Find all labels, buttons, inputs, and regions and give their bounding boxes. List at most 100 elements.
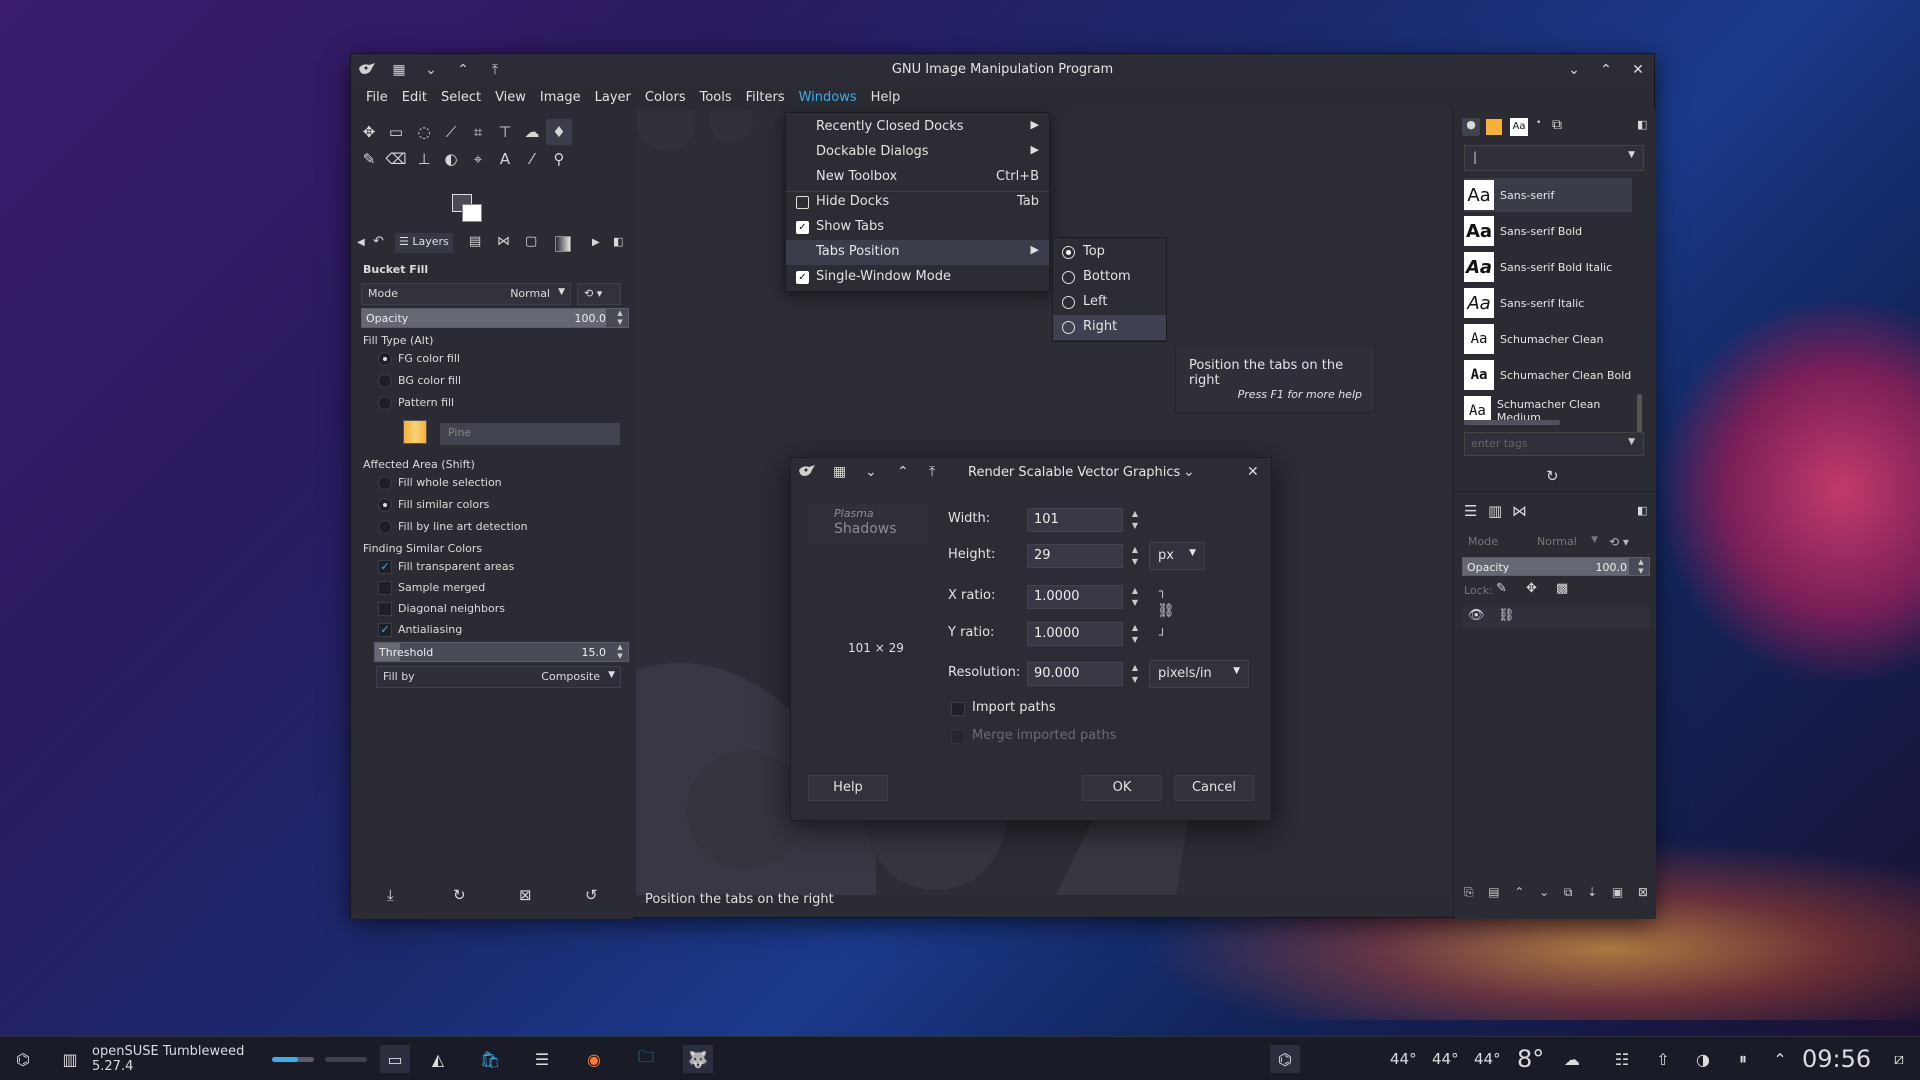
submenu-item-right[interactable]: Right	[1053, 315, 1166, 340]
store-icon[interactable]: 🛍	[475, 1045, 505, 1073]
merge-layer-icon[interactable]: ⇣	[1587, 885, 1597, 900]
keep-below-icon[interactable]: ⌄	[865, 464, 877, 480]
firefox-icon[interactable]: ◉	[579, 1045, 609, 1073]
tags-input[interactable]: enter tags ▼	[1464, 432, 1644, 456]
inkscape-icon[interactable]: ◭	[423, 1045, 453, 1073]
pattern-fill-radio[interactable]	[378, 396, 392, 410]
new-layer-group-icon[interactable]: ⎘	[1464, 885, 1474, 900]
yratio-spin-icon[interactable]: ▲ ▼	[1129, 622, 1141, 646]
menu-edit[interactable]: Edit	[395, 86, 434, 110]
font-list-scrollbar[interactable]	[1637, 394, 1642, 434]
help-button[interactable]: Help	[808, 775, 888, 801]
ok-button[interactable]: OK	[1082, 775, 1162, 801]
brushes-tab-icon[interactable]: ●	[1462, 118, 1480, 136]
menu-select[interactable]: Select	[434, 86, 488, 110]
menu-colors[interactable]: Colors	[638, 86, 693, 110]
menu-item-show-tabs[interactable]: ✓ Show Tabs	[786, 215, 1049, 240]
mask-layer-icon[interactable]: ▣	[1612, 885, 1623, 900]
clock[interactable]: 09:56	[1802, 1045, 1871, 1073]
channels-tab-icon[interactable]: ▥	[1488, 502, 1502, 520]
threshold-spin-icon[interactable]: ▲ ▼	[614, 643, 626, 661]
menu-view[interactable]: View	[488, 86, 533, 110]
fill-similar-radio[interactable]	[378, 498, 392, 512]
tray-expand-icon[interactable]: ⌃	[1765, 1045, 1795, 1073]
color-picker-icon[interactable]: ⁄	[519, 146, 545, 172]
menu-tools[interactable]: Tools	[693, 86, 739, 110]
gradient-tab-icon[interactable]	[555, 236, 571, 252]
menu-item-recently-closed[interactable]: Recently Closed Docks ▶	[786, 115, 1049, 140]
sliders-icon[interactable]: ☷	[1607, 1045, 1637, 1073]
font-item[interactable]: Aa Schumacher Clean Bold	[1464, 358, 1632, 392]
paths-tab-icon[interactable]: ⋈	[1512, 502, 1527, 520]
height-input[interactable]: 29	[1027, 544, 1123, 568]
paths-icon[interactable]: ⌖	[465, 146, 491, 172]
keep-above-icon[interactable]: ⌃	[447, 54, 479, 86]
tab-scroll-right-icon[interactable]: ▶	[592, 237, 600, 248]
move-tool-icon[interactable]: ✥	[356, 119, 382, 145]
brightness-bar[interactable]	[325, 1057, 367, 1062]
fill-whole-radio[interactable]	[378, 476, 392, 490]
dodge-icon[interactable]: ◐	[438, 146, 464, 172]
text-tool-icon[interactable]: A	[492, 146, 518, 172]
visibility-eye-icon[interactable]: 👁	[1468, 608, 1485, 623]
gimp-logo-icon[interactable]	[797, 464, 817, 480]
media-pause-icon[interactable]: ⏸	[1728, 1045, 1758, 1073]
close-icon[interactable]: ✕	[1247, 464, 1259, 480]
reset-options-icon[interactable]: ↺	[585, 886, 598, 904]
delete-layer-icon[interactable]: ⊠	[1638, 885, 1648, 900]
kde-connect-icon[interactable]: ⌬	[1270, 1045, 1300, 1073]
patterns-tab-icon[interactable]	[1486, 119, 1502, 135]
lower-layer-icon[interactable]: ⌄	[1539, 885, 1549, 900]
lock-pixels-icon[interactable]: ✎	[1496, 581, 1507, 596]
zoom-icon[interactable]: ⚲	[546, 146, 572, 172]
lock-position-icon[interactable]: ✥	[1526, 581, 1537, 596]
document-history-tab-icon[interactable]: ⧉	[1552, 117, 1562, 133]
minimize-icon[interactable]: ⌄	[1558, 54, 1590, 86]
font-item[interactable]: Aa Sans-serif	[1464, 178, 1632, 212]
submenu-item-top[interactable]: Top	[1053, 240, 1166, 265]
menu-item-hide-docks[interactable]: Hide Docks Tab	[786, 190, 1049, 215]
layers-opacity-slider[interactable]: Opacity 100.0 ▲ ▼	[1462, 557, 1650, 576]
restore-options-icon[interactable]: ↻	[453, 886, 466, 904]
menu-filters[interactable]: Filters	[739, 86, 792, 110]
bucket-fill-icon[interactable]: ♦	[546, 119, 572, 145]
submenu-item-left[interactable]: Left	[1053, 290, 1166, 315]
menu-image[interactable]: Image	[533, 86, 588, 110]
paths-tab-icon[interactable]: ⋈	[497, 234, 510, 249]
shade-icon[interactable]: ⤒	[929, 464, 935, 480]
shade-icon[interactable]: ⤒	[479, 54, 511, 86]
dock-menu-icon[interactable]: ◧	[613, 235, 623, 248]
font-item[interactable]: Aa Schumacher Clean	[1464, 322, 1632, 356]
width-input[interactable]: 101	[1027, 508, 1123, 532]
submenu-item-bottom[interactable]: Bottom	[1053, 265, 1166, 290]
keep-above-icon[interactable]: ⌃	[897, 464, 909, 480]
file-manager-icon[interactable]: 🗀	[631, 1045, 661, 1073]
duplicate-layer-icon[interactable]: ⧉	[1564, 885, 1573, 900]
refresh-fonts-icon[interactable]: ↻	[1546, 467, 1559, 485]
opacity-spin-icon[interactable]: ▲ ▼	[614, 309, 626, 327]
channels-tab-icon[interactable]: ▤	[469, 234, 481, 249]
import-paths-checkbox[interactable]	[951, 702, 965, 716]
night-color-icon[interactable]: ◑	[1688, 1045, 1718, 1073]
hide-docks-checkbox[interactable]	[796, 196, 809, 209]
menu-file[interactable]: File	[359, 86, 395, 110]
threshold-slider[interactable]: Threshold 15.0 ▲ ▼	[374, 642, 629, 662]
left-radio[interactable]	[1062, 296, 1075, 309]
yratio-input[interactable]: 1.0000	[1027, 622, 1123, 646]
menu-windows[interactable]: Windows	[792, 86, 864, 110]
cancel-button[interactable]: Cancel	[1174, 775, 1254, 801]
right-radio[interactable]	[1062, 321, 1075, 334]
menu-help[interactable]: Help	[864, 86, 908, 110]
resolution-input[interactable]: 90.000	[1027, 662, 1123, 686]
delete-options-icon[interactable]: ⊠	[519, 886, 532, 904]
volume-bar[interactable]	[272, 1057, 314, 1062]
gimp-taskbar-icon[interactable]: 🐺	[683, 1045, 713, 1073]
font-filter-combo[interactable]: | ▼	[1464, 145, 1644, 171]
menu-item-dockable-dialogs[interactable]: Dockable Dialogs ▶	[786, 140, 1049, 165]
dock-menu-icon[interactable]: ◧	[1637, 118, 1647, 131]
lock-alpha-icon[interactable]: ▩	[1556, 581, 1568, 596]
fonts-tab-icon[interactable]: Aa	[1510, 118, 1528, 136]
mode-reset-button[interactable]: ⟲ ▾	[577, 283, 621, 305]
tab-scroll-left-icon[interactable]: ◀	[357, 237, 365, 248]
menu-item-new-toolbox[interactable]: New Toolbox Ctrl+B	[786, 165, 1049, 190]
